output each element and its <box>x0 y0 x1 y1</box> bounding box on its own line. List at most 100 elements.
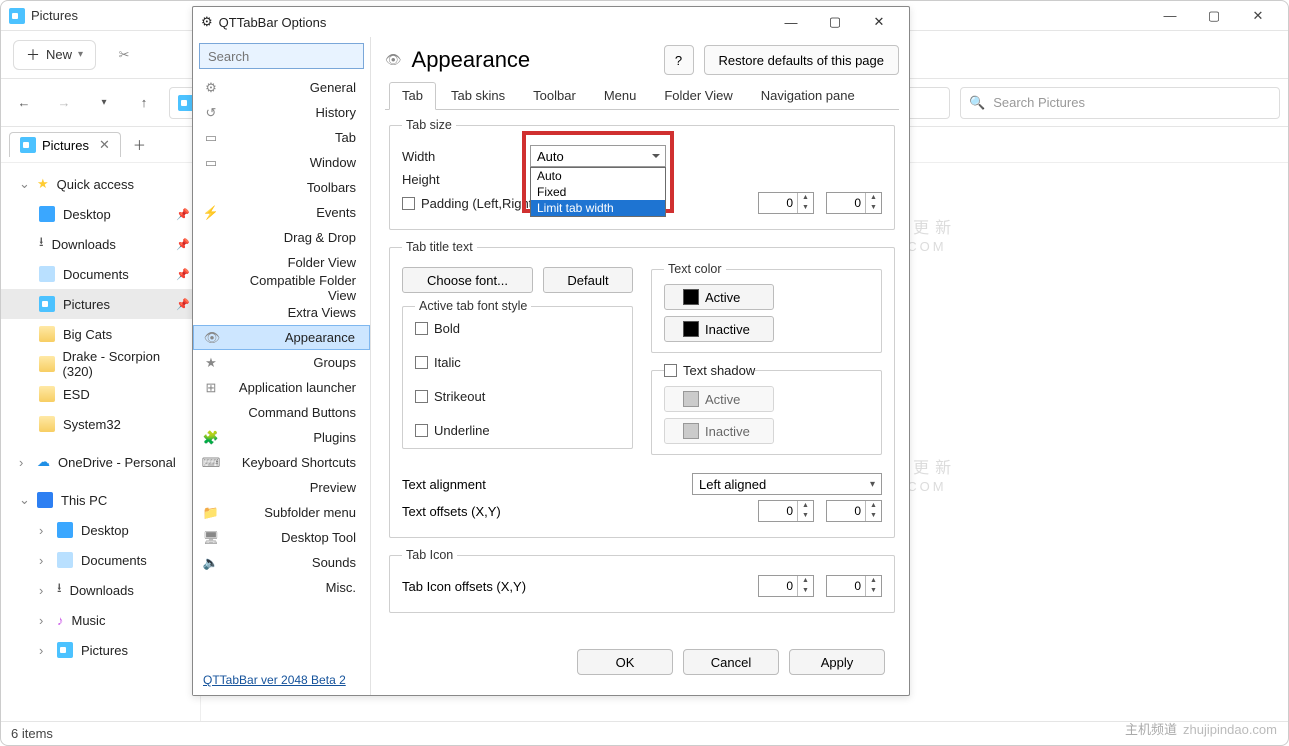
maximize-button[interactable]: ▢ <box>1192 2 1236 30</box>
titletext-group: Tab title text Choose font... Default Ac… <box>389 240 895 538</box>
category-preview[interactable]: Preview <box>193 475 370 500</box>
default-font-button[interactable]: Default <box>543 267 633 293</box>
active-color-button[interactable]: Active <box>664 284 774 310</box>
sidebar-pc-pictures[interactable]: ›Pictures <box>1 635 200 665</box>
sidebar-pc-documents[interactable]: ›Documents <box>1 545 200 575</box>
dialog-maximize-button[interactable]: ▢ <box>813 8 857 36</box>
category-groups[interactable]: ★Groups <box>193 350 370 375</box>
padding-left-spinner[interactable]: ▲▼ <box>758 192 814 214</box>
text-offset-x-spinner[interactable]: ▲▼ <box>758 500 814 522</box>
add-tab-button[interactable]: ＋ <box>125 131 154 158</box>
sidebar-pc-desktop[interactable]: ›Desktop <box>1 515 200 545</box>
up-button[interactable]: ↑ <box>129 95 159 110</box>
sidebar-item-esd[interactable]: ESD <box>1 379 200 409</box>
apply-button[interactable]: Apply <box>789 649 885 675</box>
explorer-tab[interactable]: Pictures✕ <box>9 132 121 157</box>
underline-checkbox[interactable]: Underline <box>415 423 620 438</box>
category-misc-[interactable]: Misc. <box>193 575 370 600</box>
new-button[interactable]: ＋New▾ <box>13 40 96 70</box>
shadow-inactive-button[interactable]: Inactive <box>664 418 774 444</box>
italic-checkbox[interactable]: Italic <box>415 355 620 370</box>
explorer-title: Pictures <box>31 8 78 23</box>
text-offset-y-spinner[interactable]: ▲▼ <box>826 500 882 522</box>
sidebar-quick-access[interactable]: ⌄★Quick access <box>1 169 200 199</box>
options-search-input[interactable] <box>199 43 364 69</box>
ok-button[interactable]: OK <box>577 649 673 675</box>
category-icon: ▭ <box>201 130 221 146</box>
category-folder-view[interactable]: Folder View <box>193 250 370 275</box>
sidebar-item-desktop[interactable]: Desktop📌 <box>1 199 200 229</box>
minimize-button[interactable]: — <box>1148 2 1192 30</box>
alignment-select[interactable]: Left aligned <box>692 473 882 495</box>
icon-offset-y-spinner[interactable]: ▲▼ <box>826 575 882 597</box>
back-button[interactable]: ← <box>9 95 39 110</box>
width-label: Width <box>402 149 502 164</box>
category-subfolder-menu[interactable]: 📁Subfolder menu <box>193 500 370 525</box>
dialog-close-button[interactable]: ✕ <box>857 8 901 36</box>
sidebar-this-pc[interactable]: ⌄This PC <box>1 485 200 515</box>
cancel-button[interactable]: Cancel <box>683 649 779 675</box>
sidebar-pc-music[interactable]: ›♪Music <box>1 605 200 635</box>
category-events[interactable]: ⚡Events <box>193 200 370 225</box>
width-option-limit[interactable]: Limit tab width <box>531 200 665 216</box>
category-tab[interactable]: ▭Tab <box>193 125 370 150</box>
version-link[interactable]: QTTabBar ver 2048 Beta 2 <box>193 665 370 695</box>
close-tab-icon[interactable]: ✕ <box>99 137 110 153</box>
search-box[interactable]: 🔍Search Pictures <box>960 87 1280 119</box>
category-command-buttons[interactable]: Command Buttons <box>193 400 370 425</box>
help-button[interactable]: ? <box>664 45 694 75</box>
choose-font-button[interactable]: Choose font... <box>402 267 533 293</box>
category-drag-drop[interactable]: Drag & Drop <box>193 225 370 250</box>
cut-icon[interactable]: ✂ <box>110 41 138 69</box>
subtab-menu[interactable]: Menu <box>591 82 650 110</box>
sidebar-item-bigcats[interactable]: Big Cats <box>1 319 200 349</box>
sidebar-item-documents[interactable]: Documents📌 <box>1 259 200 289</box>
sidebar-pc-downloads[interactable]: ›⭳Downloads <box>1 575 200 605</box>
sidebar-item-system32[interactable]: System32 <box>1 409 200 439</box>
padding-checkbox[interactable]: Padding (Left,Right) <box>402 196 537 211</box>
strikeout-checkbox[interactable]: Strikeout <box>415 389 620 404</box>
category-sounds[interactable]: 🔈Sounds <box>193 550 370 575</box>
bold-checkbox[interactable]: Bold <box>415 321 620 336</box>
padding-right-spinner[interactable]: ▲▼ <box>826 192 882 214</box>
category-icon: 📁 <box>201 505 221 521</box>
text-shadow-checkbox[interactable]: Text shadow <box>664 363 755 378</box>
page-title: Appearance <box>412 47 654 73</box>
subtab-navigation-pane[interactable]: Navigation pane <box>748 82 868 110</box>
category-plugins[interactable]: 🧩Plugins <box>193 425 370 450</box>
inactive-color-button[interactable]: Inactive <box>664 316 774 342</box>
category-general[interactable]: ⚙General <box>193 75 370 100</box>
subtab-toolbar[interactable]: Toolbar <box>520 82 589 110</box>
pictures-icon <box>20 137 36 153</box>
width-option-auto[interactable]: Auto <box>531 168 665 184</box>
forward-button[interactable]: → <box>49 95 79 110</box>
category-compatible-folder-view[interactable]: Compatible Folder View <box>193 275 370 300</box>
subtab-folder-view[interactable]: Folder View <box>651 82 745 110</box>
desktop-icon <box>57 522 73 538</box>
sidebar-item-pictures[interactable]: Pictures📌 <box>1 289 200 319</box>
shadow-active-button[interactable]: Active <box>664 386 774 412</box>
subtab-tab[interactable]: Tab <box>389 82 436 110</box>
category-keyboard-shortcuts[interactable]: ⌨Keyboard Shortcuts <box>193 450 370 475</box>
dialog-minimize-button[interactable]: — <box>769 8 813 36</box>
category-toolbars[interactable]: Toolbars <box>193 175 370 200</box>
category-history[interactable]: ↺History <box>193 100 370 125</box>
category-appearance[interactable]: 👁Appearance <box>193 325 370 350</box>
tabsize-legend: Tab size <box>402 118 456 132</box>
chevron-down-icon[interactable]: ▾ <box>89 97 119 108</box>
sidebar-item-downloads[interactable]: ⭳Downloads📌 <box>1 229 200 259</box>
category-application-launcher[interactable]: ⊞Application launcher <box>193 375 370 400</box>
category-window[interactable]: ▭Window <box>193 150 370 175</box>
restore-defaults-button[interactable]: Restore defaults of this page <box>704 45 900 75</box>
category-extra-views[interactable]: Extra Views <box>193 300 370 325</box>
icon-offset-x-spinner[interactable]: ▲▼ <box>758 575 814 597</box>
folder-icon <box>39 326 55 342</box>
close-button[interactable]: ✕ <box>1236 2 1280 30</box>
width-option-fixed[interactable]: Fixed <box>531 184 665 200</box>
width-combobox[interactable]: Auto <box>530 145 666 167</box>
text-shadow-group: Text shadow Active Inactive <box>651 363 882 455</box>
category-desktop-tool[interactable]: 🖥Desktop Tool <box>193 525 370 550</box>
sidebar-item-drake[interactable]: Drake - Scorpion (320) <box>1 349 200 379</box>
subtab-tab-skins[interactable]: Tab skins <box>438 82 518 110</box>
sidebar-onedrive[interactable]: ›☁OneDrive - Personal <box>1 447 200 477</box>
